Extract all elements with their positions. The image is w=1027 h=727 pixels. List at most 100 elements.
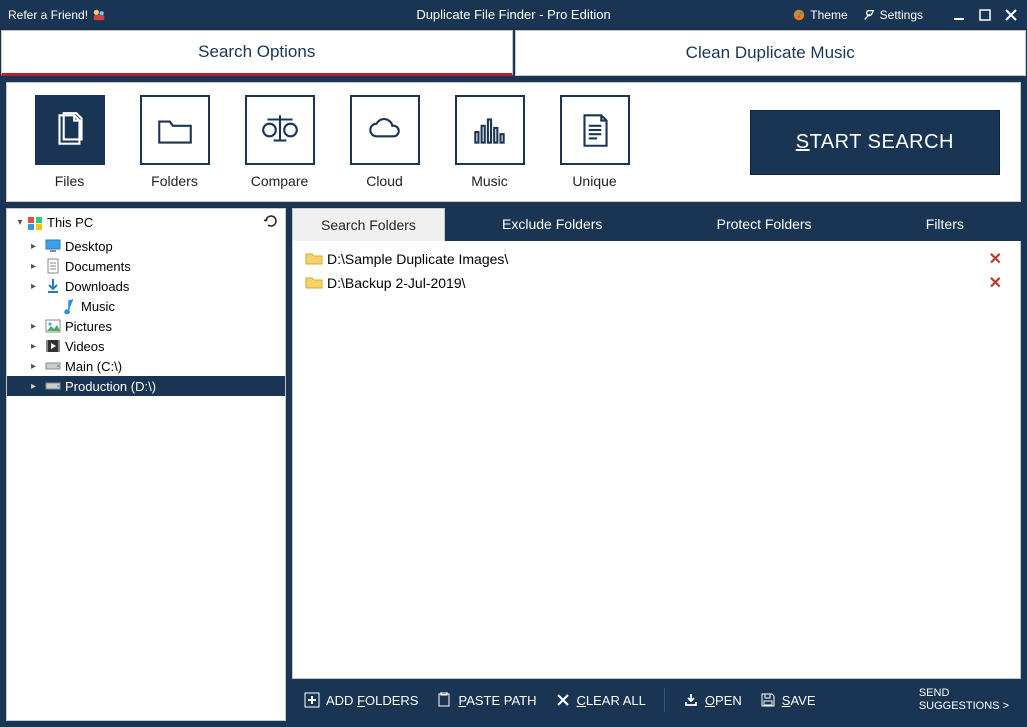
tree-item-desktop[interactable]: ▸Desktop (7, 236, 285, 256)
refer-friend-label: Refer a Friend! (8, 8, 88, 22)
save-icon (760, 692, 776, 708)
mode-cloud-label: Cloud (366, 173, 403, 189)
tree-body: ▸Desktop ▸Documents ▸Downloads Music ▸Pi… (7, 236, 285, 720)
tree-label: Pictures (65, 319, 112, 334)
tree-root-label: This PC (47, 215, 93, 230)
clear-all-label: CLEAR ALL (577, 693, 646, 708)
add-folders-button[interactable]: ADD FOLDERS (304, 692, 418, 708)
close-button[interactable] (1003, 7, 1019, 23)
right-pane: Search Folders Exclude Folders Protect F… (292, 208, 1021, 721)
mode-music-label: Music (471, 173, 508, 189)
work-area: ▾ This PC ▸Desktop ▸Documents ▸Downloads… (6, 208, 1021, 721)
open-icon (683, 692, 699, 708)
unique-icon (560, 95, 630, 165)
sub-tabstrip: Search Folders Exclude Folders Protect F… (292, 208, 1021, 241)
mode-cloud[interactable]: Cloud (342, 95, 427, 189)
settings-button[interactable]: Settings (862, 8, 923, 22)
send-suggestions-button[interactable]: SEND SUGGESTIONS > (919, 687, 1009, 713)
tree-item-music[interactable]: Music (7, 296, 285, 316)
start-search-button[interactable]: START SEARCH (750, 110, 1000, 175)
app-window: Refer a Friend! Duplicate File Finder - … (0, 0, 1027, 727)
folder-path: D:\Sample Duplicate Images\ (327, 251, 508, 267)
refresh-icon (263, 213, 279, 229)
clipboard-icon (436, 692, 452, 708)
folders-icon (140, 95, 210, 165)
titlebar-right: Theme Settings (792, 7, 1019, 23)
tree-label: Documents (65, 259, 131, 274)
palette-icon (792, 8, 806, 22)
folder-row[interactable]: D:\Backup 2-Jul-2019\ ✕ (299, 271, 1014, 295)
paste-path-label: PASTE PATH (458, 693, 536, 708)
tree-label: Music (81, 299, 115, 314)
remove-folder-button[interactable]: ✕ (983, 273, 1008, 293)
subtab-exclude-folders[interactable]: Exclude Folders (474, 208, 630, 241)
tree-label: Desktop (65, 239, 113, 254)
music-icon (455, 95, 525, 165)
paste-path-button[interactable]: PASTE PATH (436, 692, 536, 708)
wrench-icon (862, 8, 876, 22)
open-button[interactable]: OPEN (683, 692, 742, 708)
tree-item-downloads[interactable]: ▸Downloads (7, 276, 285, 296)
folder-row[interactable]: D:\Sample Duplicate Images\ ✕ (299, 247, 1014, 271)
minimize-button[interactable] (951, 7, 967, 23)
add-icon (304, 692, 320, 708)
compare-icon (245, 95, 315, 165)
theme-button[interactable]: Theme (792, 8, 847, 22)
main-tabstrip: Search Options Clean Duplicate Music (0, 29, 1027, 76)
mode-unique-label: Unique (572, 173, 616, 189)
save-button[interactable]: SAVE (760, 692, 816, 708)
tree-item-pictures[interactable]: ▸Pictures (7, 316, 285, 336)
tree-item-drive-c[interactable]: ▸Main (C:\) (7, 356, 285, 376)
theme-label: Theme (810, 8, 847, 22)
mode-music[interactable]: Music (447, 95, 532, 189)
tree-label: Downloads (65, 279, 129, 294)
subtab-filters[interactable]: Filters (898, 208, 992, 241)
search-folders-list: D:\Sample Duplicate Images\ ✕ D:\Backup … (292, 241, 1021, 679)
send-line1: SEND (919, 687, 1009, 700)
maximize-button[interactable] (977, 7, 993, 23)
subtab-search-folders[interactable]: Search Folders (292, 208, 445, 241)
send-line2: SUGGESTIONS > (919, 700, 1009, 713)
start-search-rest: TART SEARCH (810, 131, 954, 153)
mode-compare-label: Compare (251, 173, 309, 189)
titlebar: Refer a Friend! Duplicate File Finder - … (0, 0, 1027, 29)
separator (664, 688, 665, 712)
open-label: OPEN (705, 693, 742, 708)
bottom-toolbar: ADD FOLDERS PASTE PATH CLEAR ALL OPEN (292, 679, 1021, 721)
subtab-protect-folders[interactable]: Protect Folders (689, 208, 840, 241)
tab-search-options[interactable]: Search Options (1, 30, 513, 76)
mode-row: Files Folders Compare Cloud Music (6, 82, 1021, 202)
tree-label: Production (D:\) (65, 379, 156, 394)
refresh-button[interactable] (263, 213, 279, 232)
mode-folders[interactable]: Folders (132, 95, 217, 189)
people-icon (92, 8, 106, 22)
mode-files-label: Files (55, 173, 85, 189)
mode-compare[interactable]: Compare (237, 95, 322, 189)
add-folders-label: ADD FOLDERS (326, 693, 418, 708)
refer-friend-link[interactable]: Refer a Friend! (8, 8, 106, 22)
tree-item-videos[interactable]: ▸Videos (7, 336, 285, 356)
folder-icon (305, 275, 323, 291)
tree-label: Main (C:\) (65, 359, 122, 374)
start-search-accel: S (796, 131, 810, 153)
mode-unique[interactable]: Unique (552, 95, 637, 189)
folder-path: D:\Backup 2-Jul-2019\ (327, 275, 466, 291)
files-icon (35, 95, 105, 165)
tree-item-drive-d[interactable]: ▸Production (D:\) (7, 376, 285, 396)
clear-all-button[interactable]: CLEAR ALL (555, 692, 646, 708)
mode-files[interactable]: Files (27, 95, 112, 189)
tree-item-documents[interactable]: ▸Documents (7, 256, 285, 276)
clear-icon (555, 692, 571, 708)
remove-folder-button[interactable]: ✕ (983, 249, 1008, 269)
mode-folders-label: Folders (151, 173, 198, 189)
folder-tree: ▾ This PC ▸Desktop ▸Documents ▸Downloads… (6, 208, 286, 721)
cloud-icon (350, 95, 420, 165)
tab-clean-music[interactable]: Clean Duplicate Music (515, 30, 1027, 76)
tree-root-row[interactable]: ▾ This PC (7, 209, 285, 236)
collapse-icon[interactable]: ▾ (13, 217, 27, 228)
save-label: SAVE (782, 693, 816, 708)
folder-icon (305, 251, 323, 267)
tree-label: Videos (65, 339, 105, 354)
pc-icon (27, 215, 43, 231)
window-controls (951, 7, 1019, 23)
